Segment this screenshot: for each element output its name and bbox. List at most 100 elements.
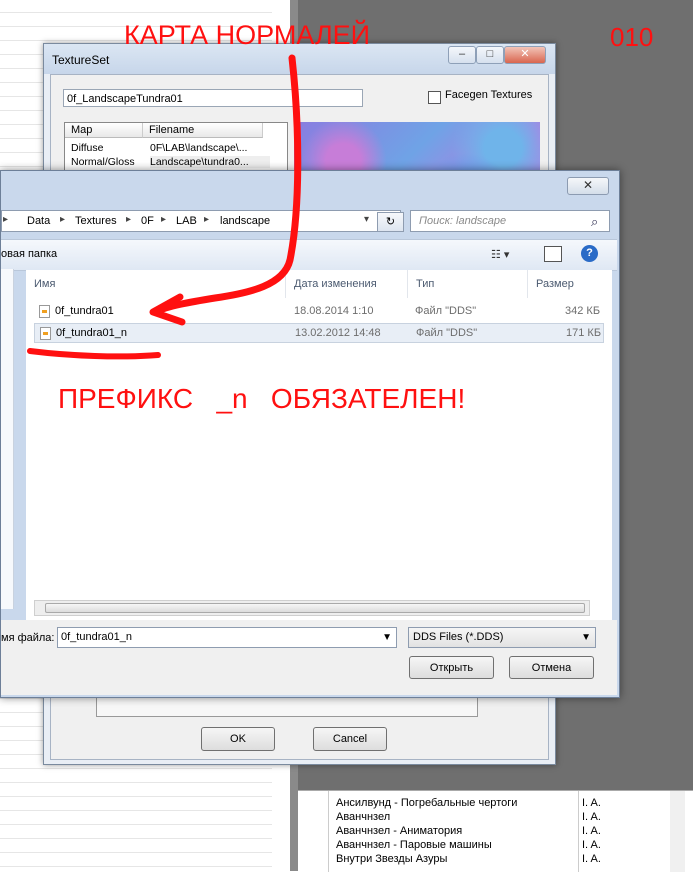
filename-input[interactable]: 0f_tundra01_n ▼ [57, 627, 397, 648]
filename-label: мя файла: [1, 632, 55, 644]
list-item[interactable]: Аванчнзел - Аниматория I. A. [336, 825, 676, 839]
filetype-value: DDS Files (*.DDS) [413, 631, 504, 643]
row-gridline [0, 12, 272, 13]
cell-list: Ансилвунд - Погребальные чертоги I. A. А… [298, 790, 693, 872]
dialog-cancel-button[interactable]: Отмена [509, 656, 594, 679]
file-name: 0f_tundra01 [55, 305, 114, 317]
list-item-name: Аванчнзел [336, 811, 391, 823]
file-name: 0f_tundra01_n [56, 327, 127, 339]
minimize-button[interactable]: – [448, 46, 476, 64]
map-cell[interactable]: Diffuse [71, 142, 141, 154]
column-header-date[interactable]: Дата изменения [286, 270, 408, 298]
list-item-name: Ансилвунд - Погребальные чертоги [336, 797, 518, 809]
breadcrumb-item[interactable]: landscape [220, 215, 270, 227]
facegen-label: Facegen Textures [445, 89, 533, 101]
textureset-name-input[interactable]: 0f_LandscapeTundra01 [63, 89, 363, 107]
minimize-icon: – [458, 48, 466, 60]
search-icon[interactable]: ⌕ [591, 214, 598, 230]
breadcrumb-item[interactable]: Textures [75, 215, 117, 227]
row-gridline [0, 796, 272, 797]
refresh-icon: ↻ [385, 216, 396, 228]
map-cell[interactable]: Normal/Gloss [71, 156, 141, 168]
file-type: Файл "DDS" [415, 305, 477, 317]
list-item-col: I. A. [582, 797, 601, 809]
breadcrumb-item[interactable]: LAB [176, 215, 197, 227]
row-gridline [0, 782, 272, 783]
window-title: TextureSet [52, 53, 110, 67]
column-header-name[interactable]: Имя [26, 270, 286, 298]
file-date: 18.08.2014 1:10 [294, 305, 374, 317]
list-item-name: Аванчнзел - Аниматория [336, 825, 463, 837]
maximize-button[interactable]: □ [476, 46, 504, 64]
chevron-right-icon: ▸ [161, 214, 167, 225]
maximize-icon: □ [486, 48, 494, 60]
address-bar[interactable]: ▸ Data ▸ Textures ▸ 0F ▸ LAB ▸ landscape… [1, 210, 401, 232]
filetype-select[interactable]: DDS Files (*.DDS) ▼ [408, 627, 596, 648]
breadcrumb-item[interactable]: Data [27, 215, 50, 227]
row-gridline [0, 852, 272, 853]
row-gridline [0, 824, 272, 825]
facegen-checkbox[interactable] [428, 91, 441, 104]
dialog-close-button[interactable]: ✕ [567, 177, 609, 195]
help-icon[interactable]: ? [581, 245, 598, 262]
ok-button[interactable]: OK [201, 727, 275, 751]
row-gridline [0, 866, 272, 867]
file-size: 171 КБ [566, 327, 602, 339]
annotation-number: 010 [610, 22, 654, 52]
list-item-name: Внутри Звезды Азуры [336, 853, 448, 865]
scrollbar-thumb[interactable] [45, 603, 585, 613]
row-gridline [0, 768, 272, 769]
list-item[interactable]: Ансилвунд - Погребальные чертоги I. A. [336, 797, 676, 811]
chevron-down-icon[interactable]: ▼ [382, 628, 392, 647]
column-header-size[interactable]: Размер [528, 270, 612, 298]
list-item[interactable]: Аванчнзел - Паровые машины I. A. [336, 839, 676, 853]
file-row[interactable]: 0f_tundra01 18.08.2014 1:10 Файл "DDS" 3… [34, 302, 604, 322]
file-type: Файл "DDS" [416, 327, 478, 339]
open-button[interactable]: Открыть [409, 656, 494, 679]
texture-path-box [96, 695, 478, 717]
file-list: Имя Дата изменения Тип Размер 0f_tundra0… [26, 270, 612, 620]
list-item-col: I. A. [582, 853, 601, 865]
annotation-note: ПРЕФИКС _n ОБЯЗАТЕЛЕН! [58, 383, 466, 414]
navigation-pane[interactable] [1, 269, 14, 609]
search-input[interactable]: Поиск: landscape ⌕ [410, 210, 610, 232]
view-options-icon[interactable]: ☷ ▾ [491, 248, 509, 261]
chevron-right-icon: ▸ [3, 214, 9, 225]
open-file-dialog: ✕ ▸ Data ▸ Textures ▸ 0F ▸ LAB ▸ landsca… [0, 170, 620, 698]
dialog-toolbar: овая папка ☷ ▾ ? [1, 239, 617, 271]
close-icon: ✕ [520, 48, 530, 60]
cancel-button[interactable]: Cancel [313, 727, 387, 751]
filename-cell[interactable]: 0F\LAB\landscape\... [150, 142, 270, 154]
close-icon: ✕ [582, 178, 594, 192]
breadcrumb-item[interactable]: 0F [141, 215, 154, 227]
column-header-type[interactable]: Тип [408, 270, 528, 298]
chevron-down-icon[interactable]: ▾ [364, 214, 369, 225]
list-item-col: I. A. [582, 839, 601, 851]
refresh-button[interactable]: ↻ [377, 212, 404, 232]
column-divider [328, 791, 329, 872]
list-item-name: Аванчнзел - Паровые машины [336, 839, 492, 851]
column-header-map[interactable]: Map [65, 123, 143, 138]
chevron-right-icon: ▸ [60, 214, 66, 225]
dds-file-icon [39, 305, 50, 318]
filename-value: 0f_tundra01_n [61, 631, 132, 643]
horizontal-scrollbar[interactable] [34, 600, 590, 616]
list-item[interactable]: Внутри Звезды Азуры I. A. [336, 853, 676, 867]
new-folder-button[interactable]: овая папка [1, 248, 57, 260]
file-size: 342 КБ [565, 305, 601, 317]
dialog-footer: мя файла: 0f_tundra01_n ▼ DDS Files (*.D… [1, 620, 617, 695]
list-item[interactable]: Аванчнзел I. A. [336, 811, 676, 825]
column-header-filename[interactable]: Filename [143, 123, 263, 138]
filename-cell[interactable]: Landscape\tundra0... [150, 156, 270, 168]
chevron-down-icon[interactable]: ▼ [581, 628, 591, 647]
dds-file-icon [40, 327, 51, 340]
chevron-right-icon: ▸ [126, 214, 132, 225]
preview-pane-icon[interactable] [544, 246, 562, 262]
list-item-col: I. A. [582, 825, 601, 837]
close-button[interactable]: ✕ [504, 46, 546, 64]
file-row-selected[interactable]: 0f_tundra01_n 13.02.2012 14:48 Файл "DDS… [34, 323, 604, 343]
row-gridline [0, 838, 272, 839]
list-scrollbar[interactable] [670, 791, 685, 872]
row-gridline [0, 810, 272, 811]
chevron-right-icon: ▸ [204, 214, 210, 225]
